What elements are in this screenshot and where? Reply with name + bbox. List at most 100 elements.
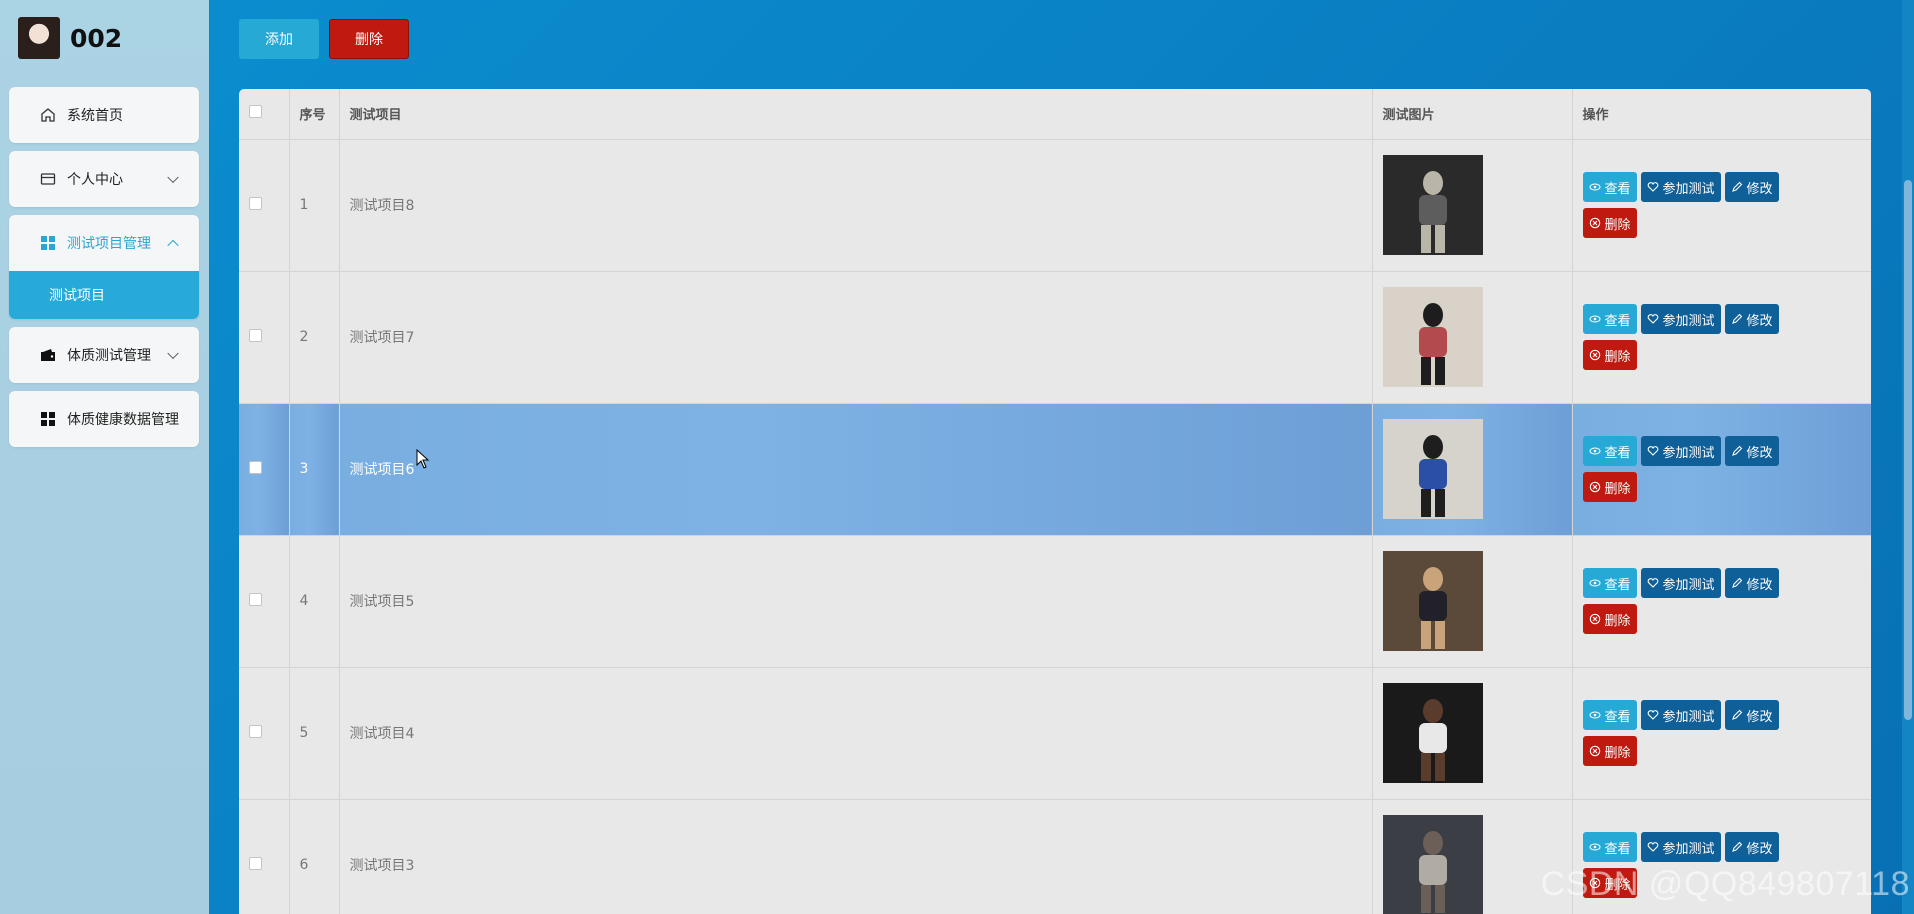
row-name: 测试项目7: [339, 271, 1373, 404]
edit-button[interactable]: 修改: [1724, 568, 1779, 598]
test-image[interactable]: [1382, 551, 1483, 651]
join-test-button[interactable]: 参加测试: [1640, 304, 1721, 334]
row-delete-button[interactable]: 删除: [1582, 472, 1637, 502]
sidebar-item-home[interactable]: 系统首页: [9, 87, 199, 143]
row-ops-cell: 查看 参加测试 修改 删除: [1572, 403, 1871, 536]
row-checkbox[interactable]: [249, 856, 262, 870]
row-name: 测试项目8: [339, 139, 1373, 272]
join-test-button[interactable]: 参加测试: [1640, 568, 1721, 598]
edit-label: 修改: [1746, 577, 1773, 593]
row-image-cell: [1372, 535, 1573, 668]
sidebar-item-profile[interactable]: 个人中心: [9, 151, 199, 207]
row-select-cell: [239, 667, 290, 800]
header-name: 测试项目: [339, 89, 1373, 140]
eye-icon: [1589, 447, 1600, 455]
view-button[interactable]: 查看: [1582, 700, 1637, 730]
table-row[interactable]: 3 测试项目6 查看 参加测试 修改 删除: [239, 403, 1871, 536]
row-image-cell: [1372, 271, 1573, 404]
eye-icon: [1589, 843, 1600, 851]
row-delete-button[interactable]: 删除: [1582, 736, 1637, 766]
menu-group-home: 系统首页: [9, 87, 199, 143]
eye-icon: [1589, 579, 1600, 587]
join-test-button[interactable]: 参加测试: [1640, 172, 1721, 202]
test-image[interactable]: [1382, 419, 1483, 519]
row-checkbox[interactable]: [249, 724, 262, 738]
sidebar-item-label: 系统首页: [67, 108, 123, 124]
table-row[interactable]: 1 测试项目8 查看 参加测试 修改 删除: [239, 139, 1871, 272]
close-circle-icon: [1589, 613, 1600, 625]
table-row[interactable]: 4 测试项目5 查看 参加测试 修改 删除: [239, 535, 1871, 668]
row-checkbox[interactable]: [249, 196, 262, 210]
view-button[interactable]: 查看: [1582, 436, 1637, 466]
header-index: 序号: [289, 89, 340, 140]
row-checkbox[interactable]: [249, 592, 262, 606]
grid-icon: [39, 234, 57, 252]
view-button[interactable]: 查看: [1582, 304, 1637, 334]
close-circle-icon: [1589, 481, 1600, 493]
row-image-cell: [1372, 667, 1573, 800]
row-ops-cell: 查看 参加测试 修改 删除: [1572, 271, 1871, 404]
sidebar-subitem-test-item[interactable]: 测试项目: [9, 271, 199, 319]
test-image[interactable]: [1382, 155, 1483, 255]
edit-button[interactable]: 修改: [1724, 304, 1779, 334]
edit-button[interactable]: 修改: [1724, 832, 1779, 862]
row-index: 5: [289, 667, 340, 800]
test-image[interactable]: [1382, 815, 1483, 914]
row-checkbox[interactable]: [249, 460, 262, 474]
row-select-cell: [239, 139, 290, 272]
edit-button[interactable]: 修改: [1724, 172, 1779, 202]
row-delete-button[interactable]: 删除: [1582, 340, 1637, 370]
edit-button[interactable]: 修改: [1724, 700, 1779, 730]
menu-group-test-items: 测试项目管理 测试项目: [9, 215, 199, 319]
test-image[interactable]: [1382, 683, 1483, 783]
menu-group-profile: 个人中心: [9, 151, 199, 207]
test-image[interactable]: [1382, 287, 1483, 387]
eye-icon: [1589, 315, 1600, 323]
edit-label: 修改: [1746, 181, 1773, 197]
view-button[interactable]: 查看: [1582, 172, 1637, 202]
view-label: 查看: [1604, 709, 1631, 725]
sidebar: 002 系统首页 个人中心 测试项目管理 测试项目 体质测试管理 体质健康数据管…: [0, 0, 209, 914]
edit-label: 修改: [1746, 709, 1773, 725]
view-label: 查看: [1604, 445, 1631, 461]
join-test-button[interactable]: 参加测试: [1640, 436, 1721, 466]
row-delete-button[interactable]: 删除: [1582, 208, 1637, 238]
row-index: 6: [289, 799, 340, 914]
pencil-icon: [1731, 313, 1742, 324]
scrollbar-thumb[interactable]: [1904, 180, 1912, 720]
add-button[interactable]: 添加: [239, 19, 319, 59]
grid-icon: [39, 410, 57, 428]
edit-label: 修改: [1746, 313, 1773, 329]
heart-icon: [1647, 446, 1658, 456]
view-button[interactable]: 查看: [1582, 832, 1637, 862]
header-ops: 操作: [1572, 89, 1871, 140]
row-select-cell: [239, 799, 290, 914]
row-image-cell: [1372, 139, 1573, 272]
sidebar-item-physical-test-management[interactable]: 体质测试管理: [9, 327, 199, 383]
chevron-down-icon: [167, 347, 179, 360]
chevron-up-icon: [167, 239, 179, 252]
select-all-checkbox[interactable]: [249, 105, 262, 119]
row-delete-button[interactable]: 删除: [1582, 604, 1637, 634]
watermark: CSDN @QQ849807118: [1540, 865, 1910, 903]
sidebar-item-label: 个人中心: [67, 172, 123, 188]
select-all-cell: [239, 89, 290, 140]
table-row[interactable]: 2 测试项目7 查看 参加测试 修改 删除: [239, 271, 1871, 404]
table-row[interactable]: 5 测试项目4 查看 参加测试 修改 删除: [239, 667, 1871, 800]
join-test-label: 参加测试: [1662, 841, 1715, 857]
scrollbar[interactable]: [1902, 0, 1914, 914]
join-test-button[interactable]: 参加测试: [1640, 832, 1721, 862]
sidebar-item-health-data-management[interactable]: 体质健康数据管理: [9, 391, 199, 447]
delete-button[interactable]: 删除: [329, 19, 409, 59]
sidebar-item-test-item-management[interactable]: 测试项目管理: [9, 215, 199, 271]
row-name: 测试项目6: [339, 403, 1373, 536]
row-delete-label: 删除: [1604, 481, 1631, 497]
edit-button[interactable]: 修改: [1724, 436, 1779, 466]
view-button[interactable]: 查看: [1582, 568, 1637, 598]
avatar[interactable]: [18, 17, 60, 59]
row-ops-cell: 查看 参加测试 修改 删除: [1572, 535, 1871, 668]
row-checkbox[interactable]: [249, 328, 262, 342]
join-test-button[interactable]: 参加测试: [1640, 700, 1721, 730]
sidebar-item-label: 测试项目管理: [67, 236, 151, 252]
data-table: 序号 测试项目 测试图片 操作 1 测试项目8 查看 参加测试 修改 删除 2 …: [239, 89, 1871, 914]
